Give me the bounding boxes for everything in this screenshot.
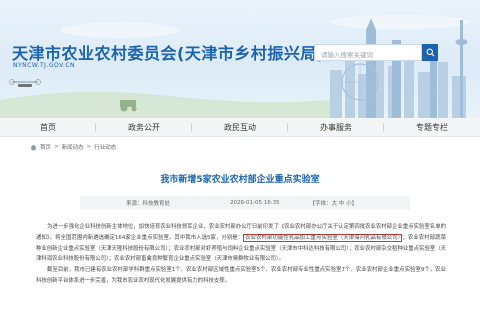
header-banner: 天津市农业农村委员会(天津市乡村振兴局) NYNCW.TJ.GOV.CN 请输入… [0,0,480,118]
nav-item-government-affairs[interactable]: 政务公开 [96,118,192,136]
site-subtitle: NYNCW.TJ.GOV.CN [13,62,76,69]
source-value: 科技教育处 [142,201,171,207]
home-icon [30,144,37,150]
nav-item-label: 专题专栏 [416,122,448,132]
nav-item-label: 政民互动 [224,122,256,132]
nav-item-label: 办事服务 [320,122,352,132]
breadcrumb: 首页 > 新闻动态 > 行业动态 [30,143,116,151]
nav-item-label: 首页 [40,122,56,132]
font-size-switch[interactable]: 【字体：大 中 小】 [310,199,358,207]
nav-item-interaction[interactable]: 政民互动 [192,118,288,136]
article-paragraph: 截至目前，我市已建有农业农村部学科群重点实验室1个、农业农村部区域性重点实验室5… [36,267,446,284]
nav-item-home[interactable]: 首页 [0,118,96,136]
nav-item-special-topics[interactable]: 专题专栏 [384,118,480,136]
nav-item-services[interactable]: 办事服务 [288,118,384,136]
source-label: 来源： [126,201,143,207]
article-title: 我市新增5家农业农村部企业重点实验室 [160,175,320,185]
highlighted-lab-name: 农业农村部功能性乳品加工重点实验室（天津海河乳品有限公司） [243,233,403,242]
article-source: 来源：科技教育处 [126,199,170,207]
article-date: 2026-01-05 16:35 [230,200,280,206]
article-meta: 来源：科技教育处 2026-01-05 16:35 【字体：大 中 小】 [80,196,410,210]
search-icon [426,48,435,57]
breadcrumb-industry[interactable]: 行业动态 [94,143,116,151]
site-title[interactable]: 天津市农业农村委员会(天津市乡村振兴局) [12,40,325,64]
breadcrumb-separator: > [86,144,92,150]
breadcrumb-home[interactable]: 首页 [40,143,51,151]
breadcrumb-news[interactable]: 新闻动态 [62,143,84,151]
article-body: 为进一步强化企业科技创新主体地位，加快培育农业科技领军企业，农业农村部办公厅日前… [36,222,446,287]
nav-item-label: 政务公开 [128,122,160,132]
search-button[interactable] [422,44,438,61]
article-paragraph: 为进一步强化企业科技创新主体地位，加快培育农业科技领军企业，农业农村部办公厅日前… [36,224,446,263]
breadcrumb-separator: > [54,144,59,150]
main-nav: 首页 政务公开 政民互动 办事服务 专题专栏 [0,118,480,137]
search-input[interactable]: 请输入搜索关键词 [314,44,422,61]
